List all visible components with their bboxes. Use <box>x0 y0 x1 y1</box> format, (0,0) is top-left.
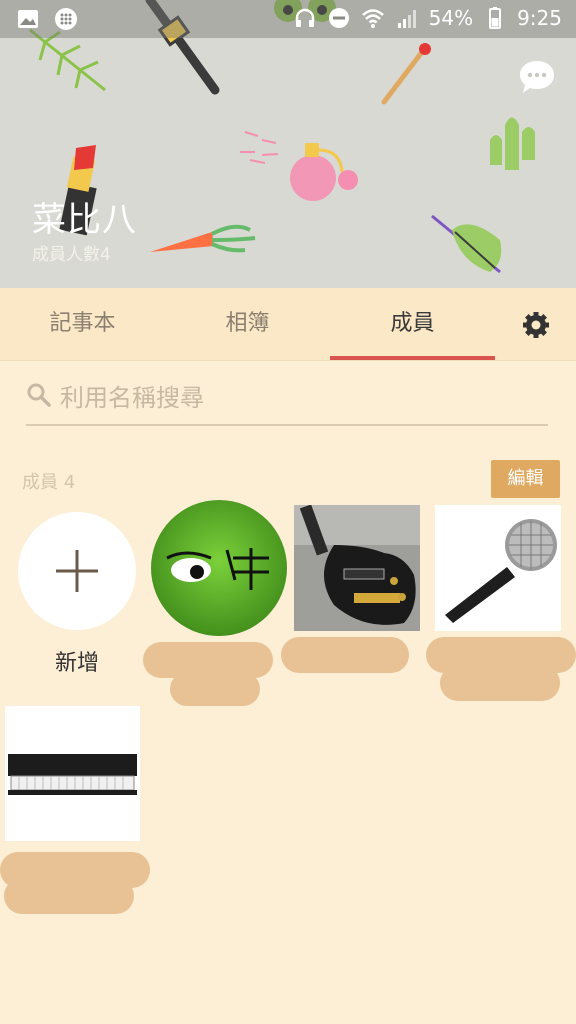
settings-gear-icon[interactable] <box>520 309 552 341</box>
member-count: 成員人數4 <box>32 245 111 265</box>
group-name: 菜比八 <box>32 200 137 240</box>
signal-icon <box>397 10 416 28</box>
tab-notes[interactable]: 記事本 <box>0 288 165 360</box>
do-not-disturb-icon <box>328 8 349 28</box>
tab-members[interactable]: 成員 <box>330 288 495 360</box>
tab-album[interactable]: 相簿 <box>165 288 330 360</box>
chat-icon[interactable] <box>518 58 556 96</box>
member-name-redacted <box>281 637 409 673</box>
search-icon <box>27 383 51 407</box>
tab-bar: 記事本 相簿 成員 <box>0 288 576 361</box>
battery-percent: 54% <box>428 6 474 30</box>
member-avatar-green[interactable] <box>151 500 287 636</box>
member-search[interactable]: 利用名稱搜尋 <box>26 368 548 426</box>
headphones-icon <box>295 8 314 27</box>
search-input[interactable]: 利用名稱搜尋 <box>60 378 204 413</box>
member-name-redacted <box>440 665 560 701</box>
members-section-label: 成員 4 <box>22 472 76 493</box>
wifi-icon <box>361 9 384 28</box>
battery-icon <box>489 7 502 29</box>
member-avatar-guitar[interactable] <box>294 505 420 631</box>
member-avatar-microphone[interactable] <box>435 505 561 631</box>
clock: 9:25 <box>517 6 562 30</box>
plus-icon <box>56 550 98 592</box>
add-member-label: 新增 <box>54 651 99 676</box>
app-notification-icon <box>55 8 77 30</box>
group-cover-header: 54% 9:25 菜比八 成員人數4 <box>0 0 576 288</box>
edit-button[interactable]: 編輯 <box>491 460 560 498</box>
status-bar: 54% 9:25 <box>0 0 576 38</box>
member-name-redacted <box>170 672 260 706</box>
member-avatar-piano[interactable] <box>5 706 140 841</box>
gallery-notification-icon <box>18 10 38 28</box>
member-name-redacted <box>4 878 134 914</box>
add-member-button[interactable] <box>18 512 136 630</box>
